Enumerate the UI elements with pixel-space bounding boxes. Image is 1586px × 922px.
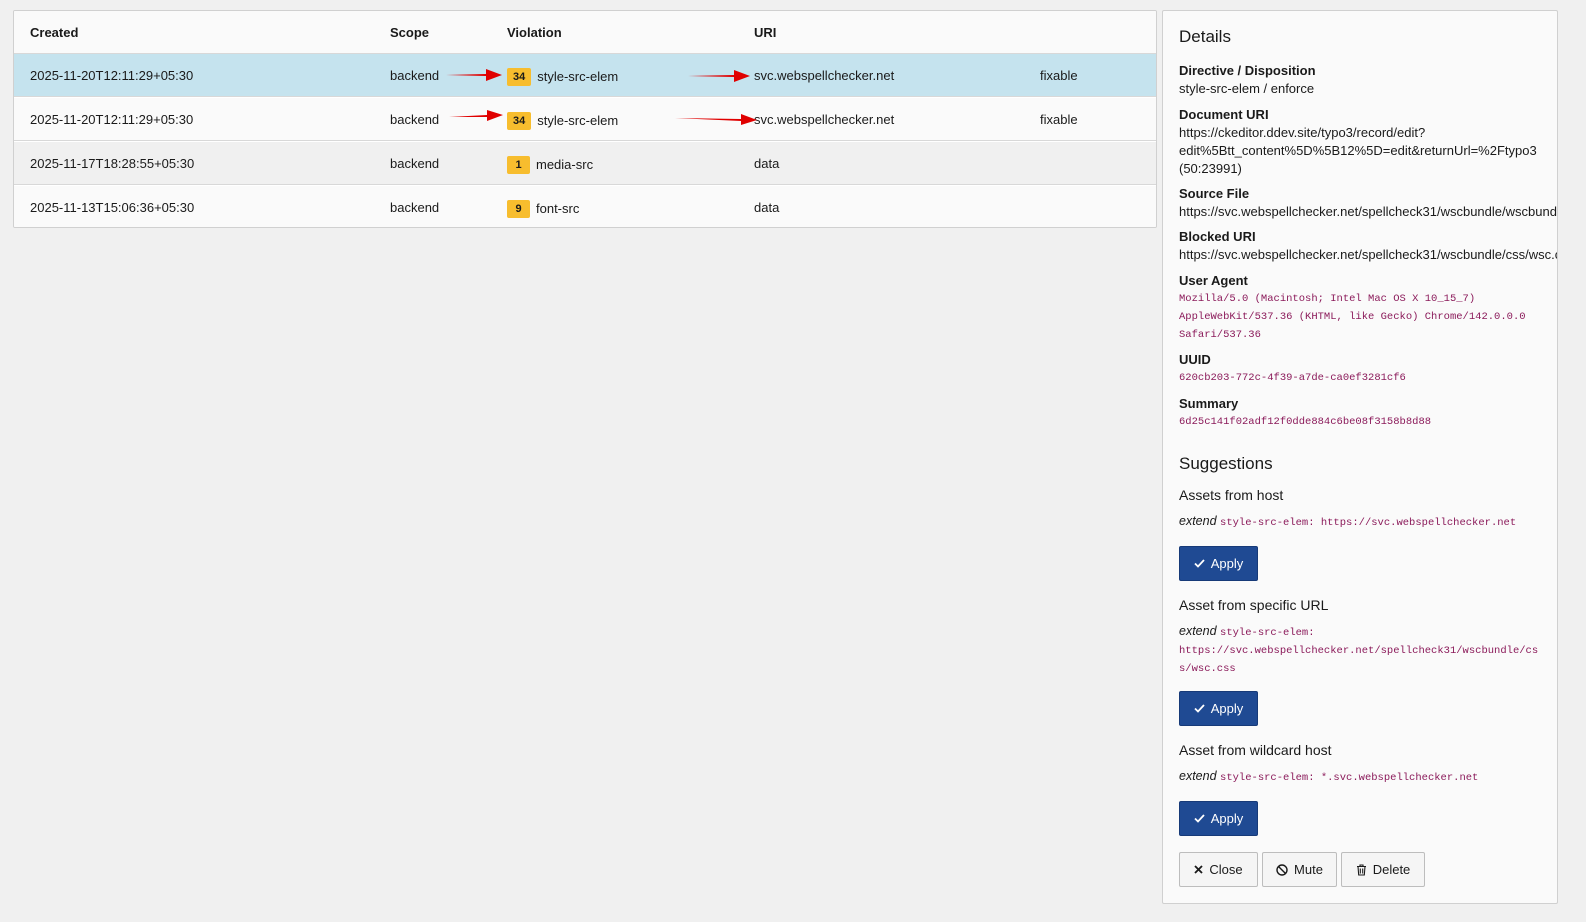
col-scope[interactable]: Scope: [390, 11, 429, 54]
directive-value: style-src-elem / enforce: [1179, 81, 1315, 96]
blocked-uri-value: https://svc.webspellchecker.net/spellche…: [1179, 247, 1558, 262]
cell-scope: backend: [390, 200, 440, 215]
summary-value: 6d25c141f02adf12f0dde884c6be08f3158b8d88: [1179, 416, 1432, 428]
col-created[interactable]: Created: [30, 11, 78, 54]
suggestion-code: s/wsc.css: [1179, 658, 1236, 678]
cell-violation: 34 style-src-elem: [507, 98, 618, 141]
apply-button[interactable]: Apply: [1179, 801, 1258, 836]
source-file-label: Source File: [1179, 186, 1250, 201]
close-label: Close: [1209, 862, 1243, 877]
violation-name: style-src-elem: [537, 69, 619, 85]
suggestions-title: Suggestions: [1179, 454, 1273, 473]
details-panel: Details Directive / Disposition style-sr…: [1162, 10, 1558, 904]
code-line: https://svc.webspellchecker.net/spellche…: [1179, 645, 1539, 657]
directive-label: Directive / Disposition: [1179, 63, 1316, 78]
violation-name: media-src: [536, 157, 594, 173]
table-row[interactable]: 2025-11-20T12:11:29+05:30 backend 34 styl…: [14, 98, 1156, 141]
table-row[interactable]: 2025-11-20T12:11:29+05:30 backend 34 styl…: [14, 54, 1156, 97]
user-agent-line: Safari/537.36: [1179, 329, 1261, 341]
cell-scope: backend: [390, 112, 440, 127]
suggestion-code: extend style-src-elem: *.svc.webspellche…: [1179, 767, 1478, 787]
uuid-label: UUID: [1179, 352, 1211, 367]
cell-violation: 1 media-src: [507, 142, 593, 185]
cell-uri: data: [754, 200, 780, 215]
document-uri-line: https://ckeditor.ddev.site/typo3/record/…: [1179, 125, 1426, 140]
violation-name: font-src: [536, 201, 580, 217]
delete-button[interactable]: Delete: [1341, 852, 1425, 887]
suggestion-code: extend style-src-elem:: [1179, 622, 1315, 642]
extend-verb: extend: [1179, 624, 1217, 638]
uuid-value: 620cb203-772c-4f39-a7de-ca0ef3281cf6: [1179, 372, 1406, 384]
summary-label: Summary: [1179, 396, 1239, 411]
apply-label: Apply: [1210, 811, 1244, 826]
blocked-uri-label: Blocked URI: [1179, 229, 1256, 244]
mute-button[interactable]: Mute: [1262, 852, 1337, 887]
annotation-arrow-icon: [688, 70, 750, 82]
user-agent-label: User Agent: [1179, 273, 1248, 288]
table-row[interactable]: 2025-11-17T18:28:55+05:30 backend 1 media…: [14, 142, 1156, 185]
table-header: Created Scope Violation URI: [14, 11, 1156, 54]
apply-label: Apply: [1210, 556, 1244, 571]
mute-label: Mute: [1294, 862, 1323, 877]
annotation-arrow-icon: [449, 110, 503, 121]
cell-created: 2025-11-20T12:11:29+05:30: [30, 112, 194, 127]
suggestion-heading: Asset from wildcard host: [1179, 742, 1332, 758]
cell-uri: svc.webspellchecker.net: [754, 68, 895, 83]
suggestion-code: extend style-src-elem: https://svc.websp…: [1179, 512, 1516, 532]
violation-name: style-src-elem: [537, 113, 619, 129]
suggestion-heading: Asset from specific URL: [1179, 597, 1329, 613]
mute-icon: [1276, 863, 1288, 876]
violations-table: Created Scope Violation URI 2025-11-20T1…: [13, 10, 1157, 228]
cell-scope: backend: [390, 68, 440, 83]
cell-created: 2025-11-17T18:28:55+05:30: [30, 156, 195, 171]
extend-verb: extend: [1179, 514, 1217, 528]
user-agent-line: Mozilla/5.0 (Macintosh; Intel Mac OS X 1…: [1179, 293, 1476, 305]
annotation-arrow-icon: [446, 69, 502, 81]
count-badge: 9: [507, 199, 530, 218]
apply-button[interactable]: Apply: [1179, 546, 1258, 581]
count-badge: 34: [507, 67, 532, 86]
code-line: style-src-elem: https://svc.webspellchec…: [1220, 517, 1517, 529]
table-row[interactable]: 2025-11-13T15:06:36+05:30 backend 9 font-…: [14, 186, 1156, 227]
code-line: style-src-elem: *.svc.webspellchecker.ne…: [1220, 772, 1479, 784]
col-violation[interactable]: Violation: [507, 11, 562, 54]
cell-violation: 34 style-src-elem: [507, 54, 618, 97]
trash-icon: [1356, 863, 1366, 876]
code-line: style-src-elem:: [1220, 627, 1315, 639]
cell-violation: 9 font-src: [507, 186, 580, 227]
apply-button[interactable]: Apply: [1179, 691, 1258, 726]
close-button[interactable]: Close: [1179, 852, 1258, 887]
cell-created: 2025-11-20T12:11:29+05:30: [30, 68, 194, 83]
cell-created: 2025-11-13T15:06:36+05:30: [30, 200, 195, 215]
cell-scope: backend: [390, 156, 440, 171]
cell-uri: data: [754, 156, 780, 171]
status-fixable: fixable: [1040, 68, 1078, 83]
apply-label: Apply: [1210, 701, 1244, 716]
document-uri-label: Document URI: [1179, 107, 1269, 122]
details-title: Details: [1179, 27, 1231, 46]
count-badge: 1: [507, 155, 530, 174]
user-agent-line: AppleWebKit/537.36 (KHTML, like Gecko) C…: [1179, 311, 1526, 323]
status-fixable: fixable: [1040, 112, 1078, 127]
document-uri-line: (50:23991): [1179, 161, 1242, 176]
check-icon: [1194, 814, 1205, 823]
check-icon: [1194, 704, 1205, 713]
suggestion-code: https://svc.webspellchecker.net/spellche…: [1179, 640, 1538, 660]
suggestion-heading: Assets from host: [1179, 487, 1284, 503]
code-line: s/wsc.css: [1179, 663, 1236, 675]
count-badge: 34: [507, 111, 532, 130]
delete-label: Delete: [1372, 862, 1411, 877]
col-uri[interactable]: URI: [754, 11, 776, 54]
source-file-value: https://svc.webspellchecker.net/spellche…: [1179, 204, 1558, 219]
cell-uri: svc.webspellchecker.net: [754, 112, 895, 127]
extend-verb: extend: [1179, 769, 1217, 783]
close-icon: [1194, 865, 1204, 874]
document-uri-line: edit%5Btt_content%5D%5B12%5D=edit&return…: [1179, 143, 1537, 158]
check-icon: [1194, 559, 1205, 568]
annotation-arrow-icon: [675, 114, 757, 125]
